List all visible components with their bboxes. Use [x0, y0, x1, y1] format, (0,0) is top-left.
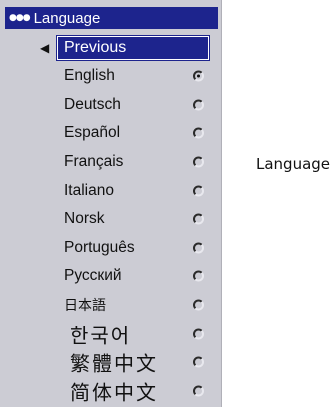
language-label: Deutsch [64, 95, 121, 113]
language-option[interactable]: Español [0, 119, 222, 148]
language-option[interactable]: 한국어 [0, 319, 222, 348]
language-option[interactable]: 繁體中文 [0, 348, 222, 377]
language-label: Español [64, 124, 121, 142]
radio-icon[interactable] [193, 299, 204, 311]
language-menu: ●●● Language ◀ Previous English Deutsch Es… [0, 0, 222, 407]
radio-icon[interactable] [193, 213, 204, 225]
language-option[interactable]: Français [0, 148, 222, 177]
radio-icon[interactable] [193, 328, 204, 340]
language-option[interactable]: 简体中文 [0, 377, 222, 406]
menu-title-bar: ●●● Language [5, 7, 218, 29]
radio-icon[interactable] [193, 385, 204, 397]
menu-title: Language [33, 9, 101, 27]
left-triangle-icon: ◀ [40, 41, 50, 55]
previous-button[interactable]: Previous [56, 35, 210, 61]
previous-row[interactable]: ◀ Previous [0, 34, 222, 62]
language-label: Français [64, 153, 124, 171]
language-list: English Deutsch Español Français Italiano Nor… [0, 62, 222, 405]
language-label: 繁體中文 [70, 351, 158, 376]
radio-selected-icon[interactable] [193, 70, 204, 82]
radio-icon[interactable] [193, 270, 204, 282]
side-caption: Language [256, 155, 331, 173]
language-label: Português [64, 238, 135, 256]
language-label: 日本語 [64, 298, 106, 315]
language-label: Norsk [64, 210, 105, 228]
three-dots-icon: ●●● [9, 13, 31, 23]
language-option[interactable]: Русский [0, 262, 222, 291]
language-option[interactable]: 日本語 [0, 291, 222, 320]
radio-icon[interactable] [193, 99, 204, 111]
language-label: 한국어 [70, 323, 132, 348]
language-option[interactable]: Deutsch [0, 91, 222, 120]
language-option[interactable]: Norsk [0, 205, 222, 234]
language-option[interactable]: Italiano [0, 176, 222, 205]
language-label: Italiano [64, 181, 114, 199]
radio-icon[interactable] [193, 156, 204, 168]
language-label: 简体中文 [70, 380, 158, 405]
radio-icon[interactable] [193, 356, 204, 368]
radio-icon[interactable] [193, 242, 204, 254]
language-option[interactable]: English [0, 62, 222, 91]
language-option[interactable]: Português [0, 234, 222, 263]
radio-icon[interactable] [193, 127, 204, 139]
language-label: Русский [64, 267, 122, 285]
radio-icon[interactable] [193, 185, 204, 197]
language-label: English [64, 67, 115, 85]
